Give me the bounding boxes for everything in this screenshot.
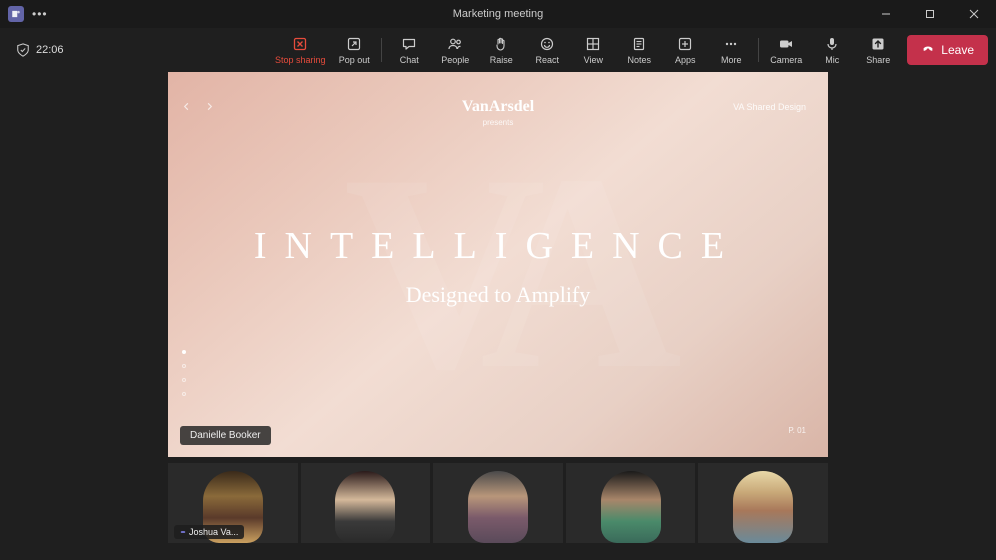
participant-avatar xyxy=(601,471,661,543)
slide-brand: VanArsdel xyxy=(462,98,534,116)
people-label: People xyxy=(441,55,469,65)
react-label: React xyxy=(536,55,560,65)
view-label: View xyxy=(584,55,603,65)
leave-button[interactable]: Leave xyxy=(907,35,988,65)
slide-dot[interactable] xyxy=(182,364,186,368)
camera-icon xyxy=(778,36,794,52)
slide-dot[interactable] xyxy=(182,378,186,382)
participant-tile[interactable] xyxy=(433,463,563,543)
speaking-indicator-icon xyxy=(180,529,186,535)
apps-button[interactable]: Apps xyxy=(662,28,708,72)
camera-label: Camera xyxy=(770,55,802,65)
mic-button[interactable]: Mic xyxy=(809,28,855,72)
stop-sharing-icon xyxy=(292,36,308,52)
mic-icon xyxy=(824,36,840,52)
notes-button[interactable]: Notes xyxy=(616,28,662,72)
shared-presentation-slide[interactable]: VA VanArsdel presents VA Shared Design I… xyxy=(168,72,828,457)
chat-button[interactable]: Chat xyxy=(386,28,432,72)
slide-page-number: P. 01 xyxy=(788,426,806,435)
toolbar-divider xyxy=(381,38,382,62)
minimize-button[interactable] xyxy=(864,0,908,28)
more-icon xyxy=(723,36,739,52)
slide-indicator-dots xyxy=(182,350,186,396)
raise-hand-icon xyxy=(493,36,509,52)
more-button[interactable]: More xyxy=(708,28,754,72)
chat-label: Chat xyxy=(400,55,419,65)
participant-avatar xyxy=(335,471,395,543)
slide-corner-text: VA Shared Design xyxy=(733,102,806,112)
close-button[interactable] xyxy=(952,0,996,28)
toolbar-divider xyxy=(758,38,759,62)
participant-tile[interactable]: Joshua Va... xyxy=(168,463,298,543)
window-controls xyxy=(864,0,996,28)
participant-tile[interactable] xyxy=(698,463,828,543)
meeting-stage: VA VanArsdel presents VA Shared Design I… xyxy=(168,72,828,560)
slide-subtitle: Designed to Amplify xyxy=(168,282,828,308)
share-button[interactable]: Share xyxy=(855,28,901,72)
slide-dot[interactable] xyxy=(182,392,186,396)
participant-tile[interactable] xyxy=(301,463,431,543)
participant-name-label: Joshua Va... xyxy=(174,525,244,539)
meeting-toolbar: 22:06 Stop sharing Pop out Chat People R… xyxy=(0,28,996,72)
participant-tile[interactable] xyxy=(566,463,696,543)
slide-watermark: VA xyxy=(344,109,652,432)
camera-button[interactable]: Camera xyxy=(763,28,809,72)
people-button[interactable]: People xyxy=(432,28,478,72)
leave-icon xyxy=(921,43,935,57)
more-label: More xyxy=(721,55,742,65)
react-icon xyxy=(539,36,555,52)
notes-icon xyxy=(631,36,647,52)
chat-icon xyxy=(401,36,417,52)
raise-button[interactable]: Raise xyxy=(478,28,524,72)
participant-avatar xyxy=(733,471,793,543)
participant-avatar xyxy=(468,471,528,543)
slide-brand-sub: presents xyxy=(462,118,534,127)
mic-label: Mic xyxy=(825,55,839,65)
notes-label: Notes xyxy=(628,55,652,65)
slide-title: INTELLIGENCE xyxy=(168,224,828,268)
slide-dot[interactable] xyxy=(182,350,186,354)
people-icon xyxy=(447,36,463,52)
leave-label: Leave xyxy=(941,43,974,57)
share-label: Share xyxy=(866,55,890,65)
participant-video-strip: Joshua Va... xyxy=(168,463,828,543)
teams-app-icon xyxy=(8,6,24,22)
titlebar-more-icon[interactable]: ••• xyxy=(32,7,48,21)
maximize-button[interactable] xyxy=(908,0,952,28)
view-icon xyxy=(585,36,601,52)
apps-icon xyxy=(677,36,693,52)
meeting-timer: 22:06 xyxy=(36,44,64,56)
slide-next-icon[interactable] xyxy=(205,102,214,111)
pop-out-icon xyxy=(346,36,362,52)
shield-icon xyxy=(16,43,30,57)
window-title: Marketing meeting xyxy=(453,8,544,20)
stop-sharing-label: Stop sharing xyxy=(275,55,326,65)
title-bar: ••• Marketing meeting xyxy=(0,0,996,28)
view-button[interactable]: View xyxy=(570,28,616,72)
presenter-name-label: Danielle Booker xyxy=(180,426,271,445)
pop-out-button[interactable]: Pop out xyxy=(331,28,377,72)
apps-label: Apps xyxy=(675,55,696,65)
stop-sharing-button[interactable]: Stop sharing xyxy=(269,28,331,72)
react-button[interactable]: React xyxy=(524,28,570,72)
raise-label: Raise xyxy=(490,55,513,65)
share-icon xyxy=(870,36,886,52)
pop-out-label: Pop out xyxy=(339,55,370,65)
slide-prev-icon[interactable] xyxy=(182,102,191,111)
